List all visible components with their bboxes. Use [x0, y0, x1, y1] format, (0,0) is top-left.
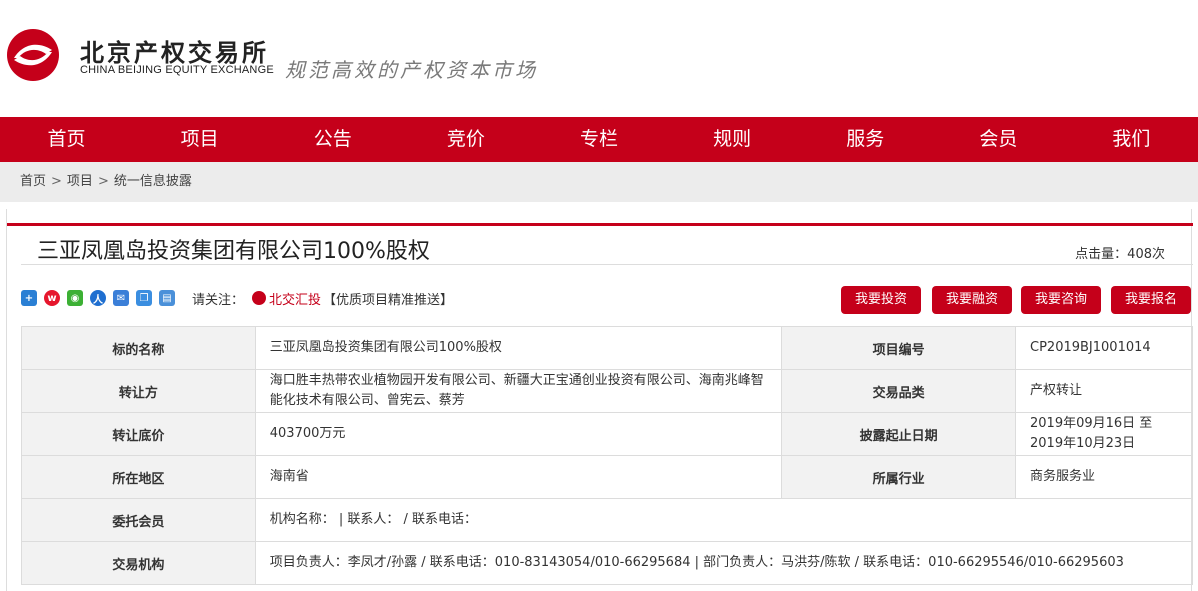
site-header: 北京产权交易所 CHINA BEIJING EQUITY EXCHANGE 规范…	[0, 0, 1198, 117]
print-icon[interactable]: ▤	[159, 290, 175, 306]
cell-label: 委托会员	[21, 498, 256, 542]
page-title: 三亚凤凰岛投资集团有限公司100%股权	[37, 239, 430, 264]
cell-value: 产权转让	[1015, 369, 1193, 413]
project-info-table: 标的名称 三亚凤凰岛投资集团有限公司100%股权 项目编号 CP2019BJ10…	[21, 326, 1194, 585]
cell-value: 2019年09月16日 至 2019年10月23日	[1015, 412, 1193, 456]
breadcrumb-projects[interactable]: 项目	[67, 174, 93, 189]
breadcrumb-current[interactable]: 统一信息披露	[114, 174, 192, 189]
follow-label: 请关注：	[192, 292, 245, 308]
breadcrumb: 首页 > 项目 > 统一信息披露	[0, 162, 1198, 202]
invest-button[interactable]: 我要投资	[841, 286, 921, 314]
breadcrumb-separator: >	[51, 174, 62, 189]
table-row: 交易机构 项目负责人：李凤才/孙露 / 联系电话：010-83143054/01…	[21, 541, 1194, 585]
cell-value: 海南省	[254, 455, 783, 499]
weibo-icon[interactable]: w	[44, 290, 60, 306]
cell-label: 项目编号	[781, 326, 1016, 370]
cell-value: 三亚凤凰岛投资集团有限公司100%股权	[254, 326, 783, 370]
logo-chinese-name[interactable]: 北京产权交易所	[80, 33, 269, 68]
nav-columns[interactable]: 专栏	[532, 117, 665, 162]
nav-about-us[interactable]: 我们	[1065, 117, 1198, 162]
register-button[interactable]: 我要报名	[1111, 286, 1191, 314]
follow-link-bjhuitou[interactable]: 北交汇投	[269, 289, 321, 308]
cell-value: 商务服务业	[1015, 455, 1193, 499]
logo-english-name: CHINA BEIJING EQUITY EXCHANGE	[80, 64, 274, 76]
title-divider	[21, 264, 1193, 265]
cell-value: CP2019BJ1001014	[1015, 326, 1193, 370]
wechat-icon[interactable]: ◉	[67, 290, 83, 306]
table-row: 所在地区 海南省 所属行业 商务服务业	[21, 455, 1193, 499]
nav-projects[interactable]: 项目	[133, 117, 266, 162]
share-bar: + w ◉ 人 ✉ ❐ ▤ 请关注： 北交汇投 【优质项目精准推送】	[21, 287, 453, 309]
cell-label: 所属行业	[781, 455, 1016, 499]
slogan: 规范高效的产权资本市场	[285, 58, 538, 82]
cell-label: 披露起止日期	[781, 412, 1016, 456]
cell-label: 转让底价	[21, 412, 256, 456]
nav-members[interactable]: 会员	[932, 117, 1065, 162]
cell-label: 转让方	[21, 369, 256, 413]
follow-description: 【优质项目精准推送】	[323, 292, 454, 308]
breadcrumb-home[interactable]: 首页	[20, 174, 46, 189]
plus-share-icon[interactable]: +	[21, 290, 37, 306]
cell-value: 项目负责人：李凤才/孙露 / 联系电话：010-83143054/010-662…	[254, 541, 1194, 585]
copy-icon[interactable]: ❐	[136, 290, 152, 306]
click-count: 点击量：408次	[1075, 247, 1165, 262]
finance-button[interactable]: 我要融资	[932, 286, 1012, 314]
table-row: 标的名称 三亚凤凰岛投资集团有限公司100%股权 项目编号 CP2019BJ10…	[21, 326, 1193, 370]
bjhuitou-logo-icon	[252, 291, 267, 305]
renren-icon[interactable]: 人	[90, 290, 106, 306]
nav-home[interactable]: 首页	[0, 117, 133, 162]
email-icon[interactable]: ✉	[113, 290, 129, 306]
nav-announcements[interactable]: 公告	[266, 117, 399, 162]
cell-value: 海口胜丰热带农业植物园开发有限公司、新疆大正宝通创业投资有限公司、海南兆峰智能化…	[254, 369, 783, 413]
cell-label: 标的名称	[21, 326, 256, 370]
nav-services[interactable]: 服务	[799, 117, 932, 162]
project-detail-panel: 三亚凤凰岛投资集团有限公司100%股权 点击量：408次 + w ◉ 人 ✉ ❐…	[6, 209, 1194, 591]
nav-rules[interactable]: 规则	[666, 117, 799, 162]
nav-bidding[interactable]: 竞价	[399, 117, 532, 162]
breadcrumb-separator: >	[97, 174, 109, 189]
table-row: 转让方 海口胜丰热带农业植物园开发有限公司、新疆大正宝通创业投资有限公司、海南兆…	[21, 369, 1193, 413]
cell-label: 交易机构	[21, 541, 256, 585]
cell-label: 所在地区	[21, 455, 256, 499]
cbex-logo-icon[interactable]	[6, 28, 60, 82]
cell-label: 交易品类	[781, 369, 1016, 413]
consult-button[interactable]: 我要咨询	[1021, 286, 1101, 314]
table-row: 转让底价 403700万元 披露起止日期 2019年09月16日 至 2019年…	[21, 412, 1193, 456]
panel-accent-bar	[7, 223, 1193, 226]
main-nav: 首页 项目 公告 竞价 专栏 规则 服务 会员 我们	[0, 117, 1198, 162]
table-row: 委托会员 机构名称： | 联系人： / 联系电话：	[21, 498, 1194, 542]
cell-value: 403700万元	[254, 412, 783, 456]
cell-value: 机构名称： | 联系人： / 联系电话：	[254, 498, 1194, 542]
